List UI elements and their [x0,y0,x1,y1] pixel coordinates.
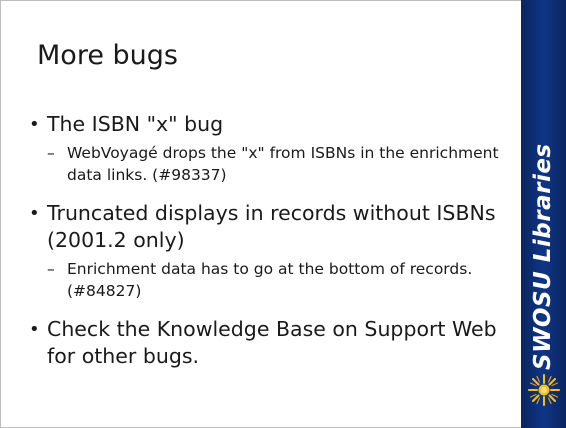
dash-icon: – [47,260,55,278]
bullet-dot-icon: • [29,203,40,224]
bullet-item: • The ISBN "x" bug [27,111,507,138]
slide-title: More bugs [37,40,178,71]
bullet-list: • The ISBN "x" bug – WebVoyagé drops the… [27,111,507,370]
sub-bullet-item: – Enrichment data has to go at the botto… [27,258,507,302]
brand-text: SWOSU Libraries [530,143,556,370]
bullet-item: • Check the Knowledge Base on Support We… [27,316,507,370]
bullet-dot-icon: • [29,114,40,135]
dash-icon: – [47,144,55,162]
bullet-text: The ISBN "x" bug [47,112,224,136]
bullet-text: Truncated displays in records without IS… [47,201,496,252]
sub-bullet-text: Enrichment data has to go at the bottom … [67,260,473,300]
sub-bullet-item: – WebVoyagé drops the "x" from ISBNs in … [27,142,507,186]
sub-bullet-text: WebVoyagé drops the "x" from ISBNs in th… [67,144,499,184]
bullet-dot-icon: • [29,319,40,340]
slide: More bugs • The ISBN "x" bug – WebVoyagé… [0,0,566,428]
bullet-item: • Truncated displays in records without … [27,200,507,254]
bullet-text: Check the Knowledge Base on Support Web … [47,317,497,368]
sun-burst-icon [528,374,560,406]
